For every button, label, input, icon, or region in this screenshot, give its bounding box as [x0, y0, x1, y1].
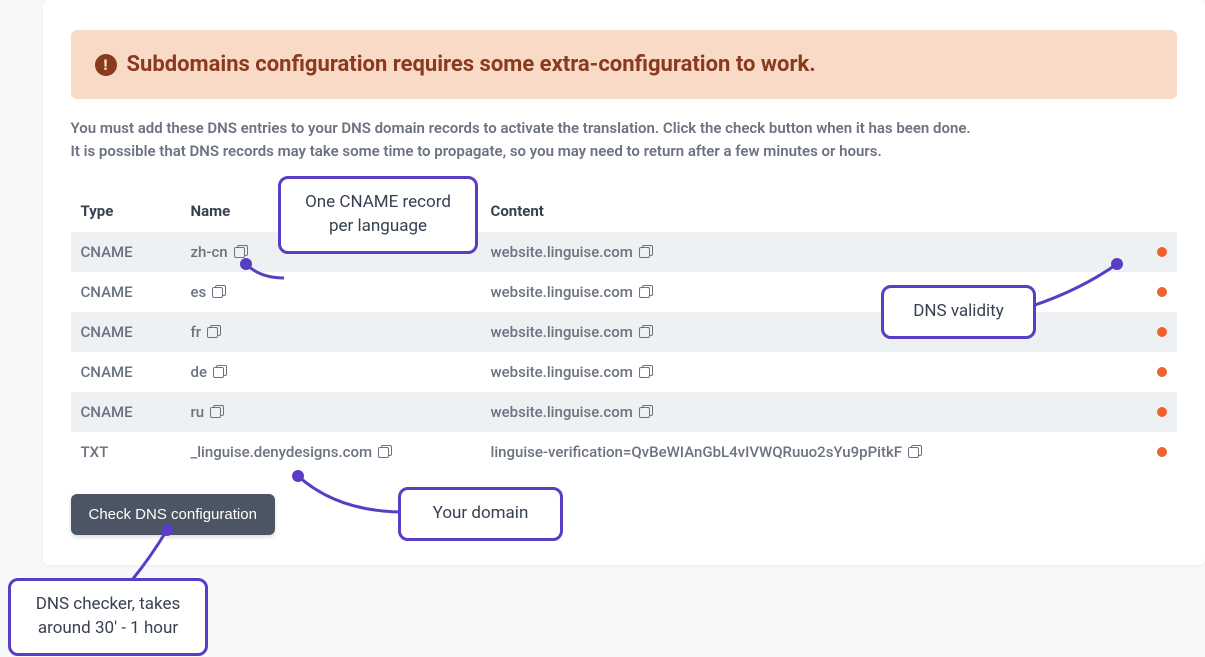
copy-icon[interactable] [378, 445, 391, 458]
cell-name: fr [181, 312, 481, 352]
alert-banner: ! Subdomains configuration requires some… [71, 30, 1177, 99]
status-dot-icon [1157, 447, 1167, 457]
copy-icon[interactable] [639, 245, 652, 258]
copy-icon[interactable] [210, 405, 223, 418]
cell-content: website.linguise.com [481, 352, 1137, 392]
status-dot-icon [1157, 367, 1167, 377]
copy-icon[interactable] [639, 325, 652, 338]
alert-title: Subdomains configuration requires some e… [127, 52, 816, 77]
copy-icon[interactable] [213, 365, 226, 378]
table-row: CNAMEdewebsite.linguise.com [71, 352, 1177, 392]
cell-content: website.linguise.com [481, 272, 1137, 312]
status-dot-icon [1157, 407, 1167, 417]
cell-status [1137, 232, 1177, 272]
col-header-type: Type [71, 190, 181, 232]
table-row: TXT_linguise.denydesigns.comlinguise-ver… [71, 432, 1177, 472]
cell-content: linguise-verification=QvBeWIAnGbL4vIVWQR… [481, 432, 1137, 472]
instructions-line-2: It is possible that DNS records may take… [71, 140, 1177, 163]
warning-icon: ! [95, 54, 117, 76]
copy-icon[interactable] [207, 325, 220, 338]
instructions-text: You must add these DNS entries to your D… [71, 117, 1177, 162]
cell-name: es [181, 272, 481, 312]
cell-content: website.linguise.com [481, 312, 1137, 352]
cell-name: ru [181, 392, 481, 432]
copy-icon[interactable] [234, 245, 247, 258]
cell-name: de [181, 352, 481, 392]
cell-type: CNAME [71, 312, 181, 352]
cell-type: CNAME [71, 232, 181, 272]
annotation-validity: DNS validity [881, 285, 1036, 339]
cell-status [1137, 392, 1177, 432]
cell-type: CNAME [71, 392, 181, 432]
cell-status [1137, 432, 1177, 472]
cell-status [1137, 352, 1177, 392]
table-row: CNAMEzh-cnwebsite.linguise.com [71, 232, 1177, 272]
cell-type: CNAME [71, 272, 181, 312]
cell-status [1137, 312, 1177, 352]
annotation-domain: Your domain [398, 487, 563, 541]
copy-icon[interactable] [908, 445, 921, 458]
copy-icon[interactable] [639, 405, 652, 418]
instructions-line-1: You must add these DNS entries to your D… [71, 117, 1177, 140]
annotation-cname: One CNAME record per language [278, 176, 478, 254]
copy-icon[interactable] [212, 285, 225, 298]
status-dot-icon [1157, 287, 1167, 297]
status-dot-icon [1157, 327, 1167, 337]
annotation-checker: DNS checker, takes around 30' - 1 hour [8, 578, 208, 656]
cell-status [1137, 272, 1177, 312]
cell-type: TXT [71, 432, 181, 472]
cell-content: website.linguise.com [481, 232, 1137, 272]
copy-icon[interactable] [639, 285, 652, 298]
cell-name: _linguise.denydesigns.com [181, 432, 481, 472]
col-header-content: Content [481, 190, 1137, 232]
status-dot-icon [1157, 247, 1167, 257]
table-row: CNAMEruwebsite.linguise.com [71, 392, 1177, 432]
dns-config-card: ! Subdomains configuration requires some… [43, 0, 1205, 565]
cell-content: website.linguise.com [481, 392, 1137, 432]
copy-icon[interactable] [639, 365, 652, 378]
cell-type: CNAME [71, 352, 181, 392]
